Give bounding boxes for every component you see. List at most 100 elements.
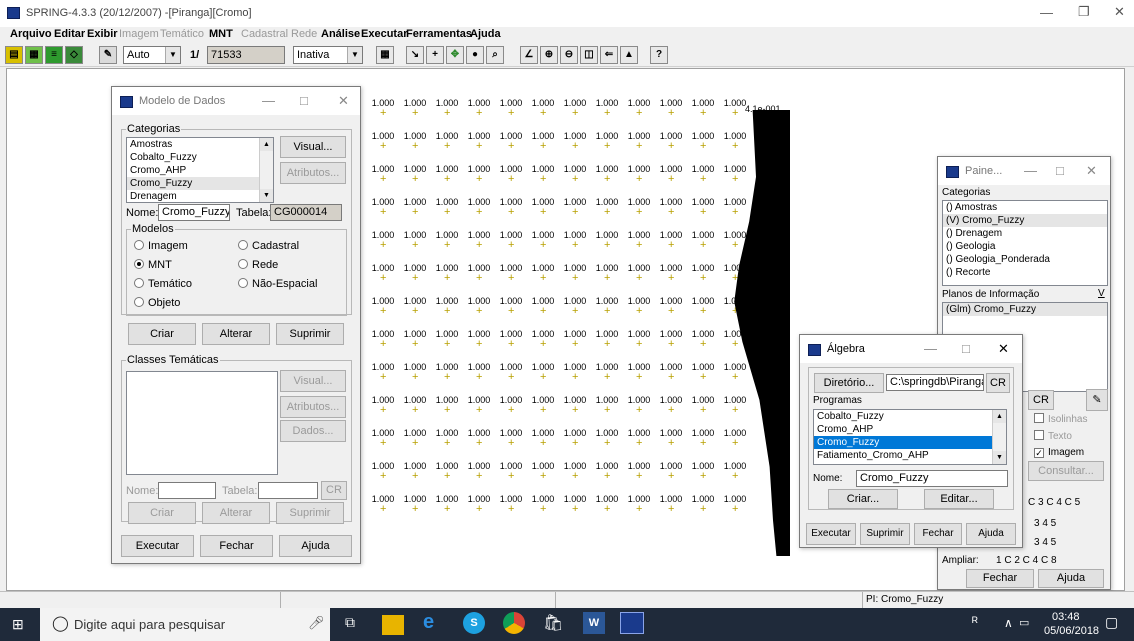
maximize-icon[interactable]: □: [962, 341, 970, 356]
list-item[interactable]: Cromo_Fuzzy: [127, 177, 273, 190]
list-item[interactable]: () Geologia: [943, 240, 1107, 253]
alterar-button[interactable]: Alterar: [202, 323, 270, 345]
texto-checkbox[interactable]: Texto: [1034, 430, 1072, 442]
menu-arquivo[interactable]: Arquivo: [10, 28, 52, 40]
visual-button[interactable]: Visual...: [280, 136, 346, 158]
menu-tematico[interactable]: Temático: [160, 28, 204, 40]
pan-icon[interactable]: ✥: [446, 46, 464, 64]
radio-naoespacial[interactable]: Não-Espacial: [238, 278, 317, 290]
menu-cadastral[interactable]: Cadastral: [241, 28, 288, 40]
radio-imagem[interactable]: Imagem: [134, 240, 188, 252]
grid-icon[interactable]: ▦: [376, 46, 394, 64]
consultar-button[interactable]: Consultar...: [1028, 461, 1104, 481]
list-item[interactable]: Drenagem: [127, 190, 273, 202]
classes-cr-button[interactable]: CR: [321, 481, 347, 500]
diretorio-button[interactable]: Diretório...: [814, 373, 884, 393]
menu-rede[interactable]: Rede: [291, 28, 317, 40]
suprimir-button[interactable]: Suprimir: [276, 323, 344, 345]
menu-analise[interactable]: Análise: [321, 28, 360, 40]
list-item[interactable]: () Amostras: [943, 201, 1107, 214]
maximize-icon[interactable]: □: [300, 93, 308, 108]
state-select[interactable]: Inativa ▼: [293, 46, 363, 64]
isolinhas-checkbox[interactable]: Isolinhas: [1034, 413, 1087, 425]
back-icon[interactable]: ⇐: [600, 46, 618, 64]
classes-atributos-button[interactable]: Atributos...: [280, 396, 346, 418]
word-icon[interactable]: W: [583, 612, 605, 634]
scroll-down-icon[interactable]: ▼: [993, 451, 1006, 464]
restore-window-icon[interactable]: ❐: [1078, 4, 1090, 20]
minimize-icon[interactable]: —: [1024, 163, 1037, 178]
project-icon[interactable]: ▦: [25, 46, 43, 64]
radio-mnt[interactable]: MNT: [134, 259, 172, 271]
atributos-button[interactable]: Atributos...: [280, 162, 346, 184]
scroll-down-icon[interactable]: ▼: [260, 189, 273, 202]
ampliar-options[interactable]: 1 C 2 C 4 C 8: [996, 555, 1057, 566]
menu-executar[interactable]: Executar: [361, 28, 407, 40]
classes-criar-button[interactable]: Criar: [128, 502, 196, 524]
notification-icon[interactable]: ▢: [1105, 614, 1118, 631]
list-item[interactable]: Cobalto_Fuzzy: [814, 410, 1006, 423]
list-item[interactable]: Cobalto_Fuzzy: [127, 151, 273, 164]
maximize-icon[interactable]: □: [1056, 163, 1064, 178]
close-icon[interactable]: ✕: [1086, 163, 1097, 179]
spring-taskbar-icon[interactable]: [620, 612, 644, 634]
classes-tabela-input[interactable]: [258, 482, 318, 499]
algebra-suprimir-button[interactable]: Suprimir: [860, 523, 910, 545]
list-item[interactable]: () Drenagem: [943, 227, 1107, 240]
chrome-icon[interactable]: [503, 612, 525, 634]
radio-rede[interactable]: Rede: [238, 259, 278, 271]
microphone-icon[interactable]: 🎤︎: [308, 615, 325, 631]
help-icon[interactable]: ?: [650, 46, 668, 64]
minimize-window-icon[interactable]: —: [1040, 5, 1053, 20]
scrollbar[interactable]: ▲ ▼: [992, 410, 1006, 464]
list-item[interactable]: (V) Cromo_Fuzzy: [943, 214, 1107, 227]
algebra-editar-button[interactable]: Editar...: [924, 489, 994, 509]
zoom-icon[interactable]: ⌕: [486, 46, 504, 64]
cursor-plus-icon[interactable]: +: [426, 46, 444, 64]
scroll-up-icon[interactable]: ▲: [993, 410, 1006, 423]
painel-radio-row-3[interactable]: 3 4 5: [1034, 537, 1056, 548]
measure-icon[interactable]: ∠: [520, 46, 538, 64]
zoom-in-icon[interactable]: ⊕: [540, 46, 558, 64]
classes-alterar-button[interactable]: Alterar: [202, 502, 270, 524]
windows-start-icon[interactable]: ⊞: [12, 616, 24, 633]
menu-mnt[interactable]: MNT: [209, 28, 233, 40]
imagem-checkbox[interactable]: ✓ Imagem: [1034, 447, 1084, 458]
menu-imagem[interactable]: Imagem: [119, 28, 159, 40]
edge-browser-icon[interactable]: e: [423, 611, 434, 634]
radio-cadastral[interactable]: Cadastral: [238, 240, 299, 252]
planos-v-label[interactable]: V: [1098, 288, 1105, 299]
network-icon[interactable]: ▭: [1019, 616, 1029, 629]
menu-ajuda[interactable]: Ajuda: [470, 28, 501, 40]
zoom-area-icon[interactable]: ◫: [580, 46, 598, 64]
scale-mode-select[interactable]: Auto ▼: [123, 46, 181, 64]
algebra-nome-input[interactable]: Cromo_Fuzzy: [856, 470, 1008, 487]
diretorio-cr-button[interactable]: CR: [986, 373, 1010, 393]
layers-icon[interactable]: ≡: [45, 46, 63, 64]
criar-button[interactable]: Criar: [128, 323, 196, 345]
close-icon[interactable]: ✕: [998, 341, 1009, 357]
algebra-ajuda-button[interactable]: Ajuda: [966, 523, 1016, 545]
edit-icon[interactable]: ◇: [65, 46, 83, 64]
radio-objeto[interactable]: Objeto: [134, 297, 180, 309]
list-item[interactable]: Fatiamento_Cromo_AHP: [814, 449, 1006, 462]
skype-icon[interactable]: S: [463, 612, 485, 634]
close-icon[interactable]: ✕: [338, 93, 349, 109]
classes-visual-button[interactable]: Visual...: [280, 370, 346, 392]
painel-categorias-list[interactable]: () Amostras (V) Cromo_Fuzzy () Drenagem …: [942, 200, 1108, 286]
classes-suprimir-button[interactable]: Suprimir: [276, 502, 344, 524]
menu-editar[interactable]: Editar: [54, 28, 85, 40]
taskbar-search-input[interactable]: Digite aqui para pesquisar: [40, 608, 330, 641]
painel-ajuda-button[interactable]: Ajuda: [1038, 569, 1104, 588]
classes-list[interactable]: [126, 371, 278, 475]
categorias-list[interactable]: Amostras Cobalto_Fuzzy Cromo_AHP Cromo_F…: [126, 137, 274, 203]
menu-exibir[interactable]: Exibir: [87, 28, 118, 40]
painel-radio-row-1[interactable]: C 3 C 4 C 5: [1028, 497, 1080, 508]
tabela-input[interactable]: CG000014: [270, 204, 342, 221]
radio-tematico[interactable]: Temático: [134, 278, 192, 290]
classes-nome-input[interactable]: [158, 482, 216, 499]
list-item[interactable]: () Recorte: [943, 266, 1107, 279]
ajuda-button[interactable]: Ajuda: [279, 535, 352, 557]
algebra-criar-button[interactable]: Criar...: [828, 489, 898, 509]
store-icon[interactable]: 🛍︎: [543, 613, 563, 633]
